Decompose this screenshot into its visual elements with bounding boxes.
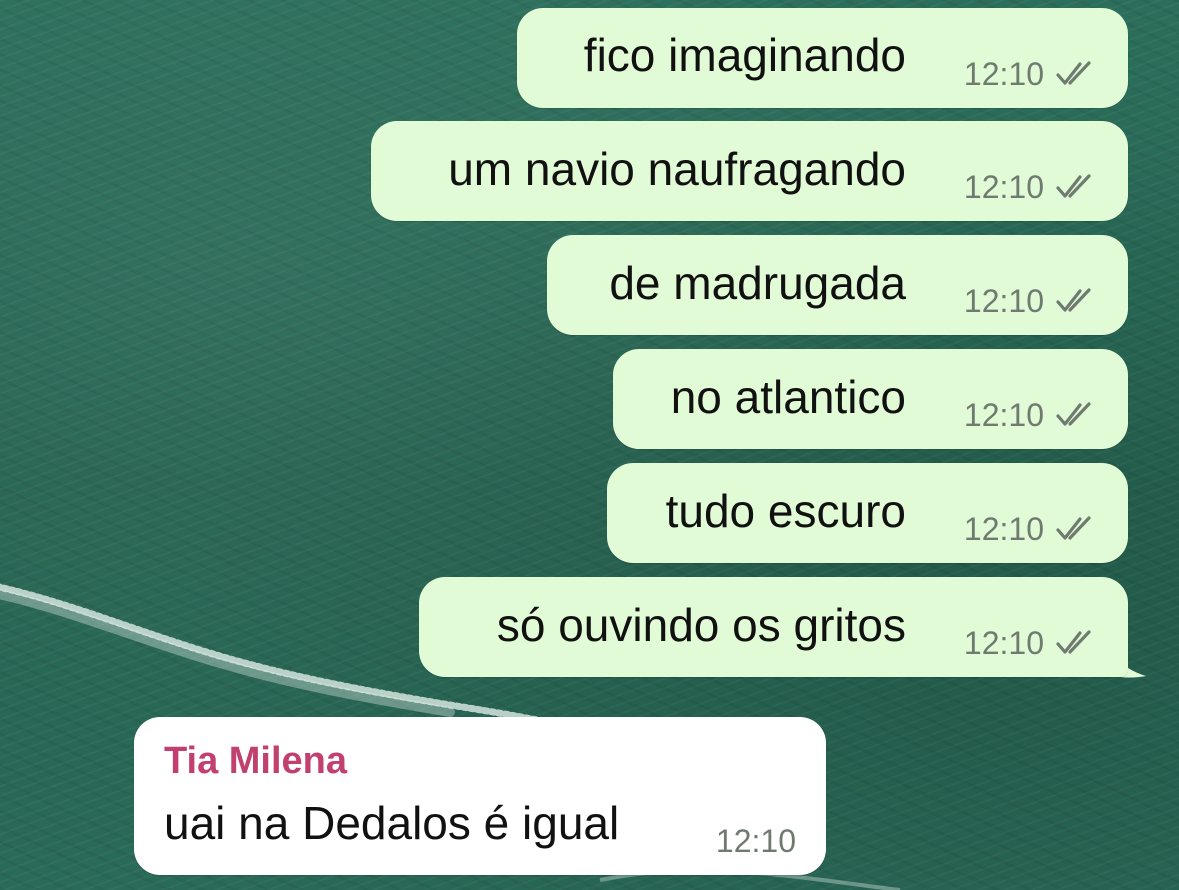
message-text: uai na Dedalos é igual [164,797,620,849]
double-check-icon [1056,174,1091,198]
outgoing-message-bubble[interactable]: um navio naufragando 12:10 [371,121,1128,221]
message-text: só ouvindo os gritos [496,599,906,651]
outgoing-message-bubble[interactable]: fico imaginando 12:10 [517,8,1128,108]
double-check-icon [1056,516,1091,540]
message-time: 12:10 [963,511,1044,547]
message-time: 12:10 [963,283,1044,319]
double-check-icon [1056,630,1091,654]
double-check-icon [1056,402,1091,426]
message-time: 12:10 [963,169,1044,205]
message-time: 12:10 [715,823,796,859]
message-text: fico imaginando [583,29,906,81]
incoming-message-bubble[interactable]: Tia Milena uai na Dedalos é igual 12:10 [134,717,826,875]
message-text: tudo escuro [665,485,906,537]
outgoing-message-bubble[interactable]: só ouvindo os gritos 12:10 [419,577,1128,677]
message-time: 12:10 [963,56,1044,92]
message-text: um navio naufragando [448,143,906,195]
outgoing-message-bubble[interactable]: de madrugada 12:10 [547,235,1128,335]
message-text: no atlantico [670,371,906,423]
sender-name[interactable]: Tia Milena [164,739,347,783]
double-check-icon [1056,288,1091,312]
message-time: 12:10 [963,625,1044,661]
outgoing-message-bubble[interactable]: no atlantico 12:10 [613,349,1128,449]
message-time: 12:10 [963,397,1044,433]
message-text: de madrugada [609,257,906,309]
outgoing-message-bubble[interactable]: tudo escuro 12:10 [607,463,1128,563]
double-check-icon [1056,61,1091,85]
